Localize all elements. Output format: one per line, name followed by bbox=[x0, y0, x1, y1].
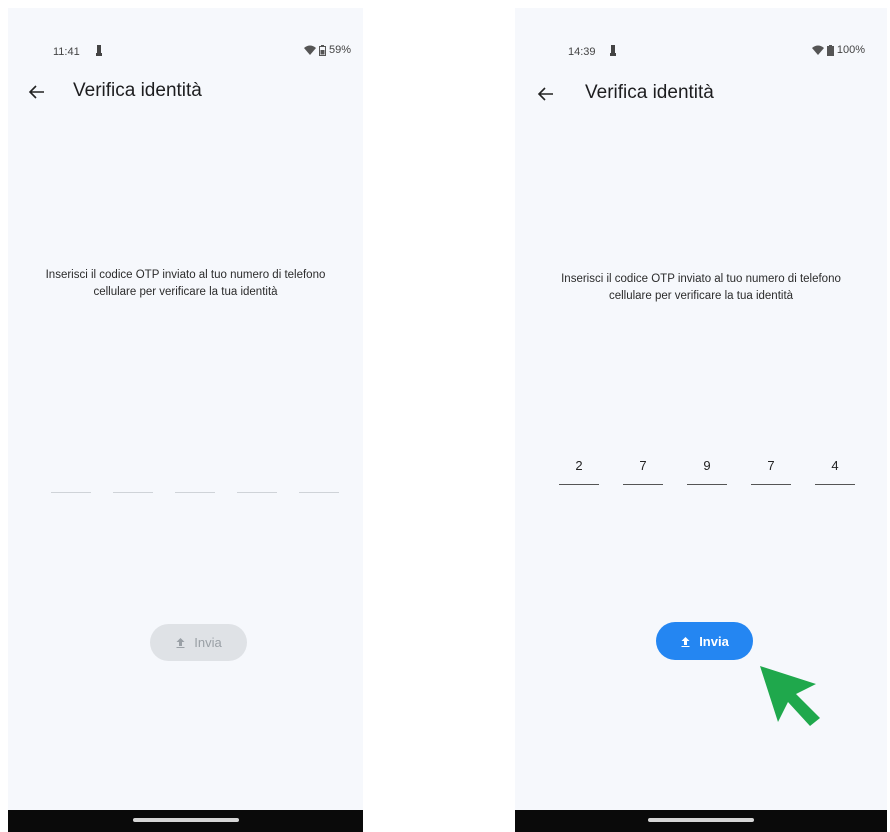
otp-digit-field[interactable] bbox=[175, 464, 215, 493]
otp-digit-field[interactable]: 7 bbox=[751, 456, 791, 485]
page-title: Verifica identità bbox=[73, 80, 202, 101]
battery-icon bbox=[826, 44, 834, 56]
submit-button[interactable]: Invia bbox=[656, 622, 753, 660]
system-nav-bar bbox=[515, 810, 887, 832]
otp-input-group: 2 7 9 7 4 bbox=[559, 456, 855, 485]
status-bar: 14:39 100% bbox=[515, 38, 887, 58]
otp-instruction-text: Inserisci il codice OTP inviato al tuo n… bbox=[561, 273, 841, 302]
phone-screen-after: 14:39 100% Verifica identità Inserisci i… bbox=[515, 8, 887, 832]
wifi-icon bbox=[303, 45, 316, 55]
back-arrow-icon[interactable] bbox=[26, 81, 48, 103]
otp-digit-field[interactable]: 9 bbox=[687, 456, 727, 485]
back-arrow-icon[interactable] bbox=[535, 83, 557, 105]
submit-button-label: Invia bbox=[699, 633, 729, 649]
home-gesture-handle[interactable] bbox=[132, 818, 239, 822]
cursor-arrow-icon bbox=[760, 666, 820, 726]
battery-icon bbox=[318, 44, 326, 56]
otp-digit-field[interactable]: 4 bbox=[815, 456, 855, 485]
otp-digit-field[interactable]: 7 bbox=[623, 456, 663, 485]
status-time: 11:41 bbox=[53, 46, 80, 58]
upload-icon bbox=[176, 638, 185, 648]
otp-digit-field[interactable] bbox=[299, 464, 339, 493]
notification-icon bbox=[96, 45, 102, 56]
home-gesture-handle[interactable] bbox=[648, 818, 754, 822]
otp-digit-field[interactable] bbox=[113, 464, 153, 493]
status-indicators: 59% bbox=[303, 44, 351, 56]
battery-percent: 100% bbox=[836, 44, 865, 56]
status-time: 14:39 bbox=[568, 46, 596, 58]
otp-digit-field[interactable] bbox=[51, 464, 91, 493]
app-bar: Verifica identità bbox=[515, 78, 887, 106]
otp-instruction: Inserisci il codice OTP inviato al tuo n… bbox=[515, 271, 887, 305]
notification-icon bbox=[610, 45, 616, 56]
otp-instruction-text: Inserisci il codice OTP inviato al tuo n… bbox=[45, 269, 326, 298]
otp-digit-field[interactable]: 2 bbox=[559, 456, 599, 485]
submit-button[interactable]: Invia bbox=[150, 624, 247, 661]
otp-input-group bbox=[51, 464, 339, 493]
phone-screen-before: 11:41 59% Verifica identità Inserisci il… bbox=[8, 8, 363, 832]
wifi-icon bbox=[811, 45, 824, 55]
page-title: Verifica identità bbox=[585, 82, 714, 103]
upload-icon bbox=[681, 636, 690, 647]
battery-percent: 59% bbox=[328, 44, 351, 56]
submit-button-label: Invia bbox=[194, 635, 222, 650]
status-bar: 11:41 59% bbox=[8, 38, 363, 58]
system-nav-bar bbox=[8, 810, 363, 832]
otp-digit-field[interactable] bbox=[237, 464, 277, 493]
app-bar: Verifica identità bbox=[8, 78, 363, 106]
status-indicators: 100% bbox=[811, 44, 865, 56]
otp-instruction: Inserisci il codice OTP inviato al tuo n… bbox=[8, 267, 363, 301]
